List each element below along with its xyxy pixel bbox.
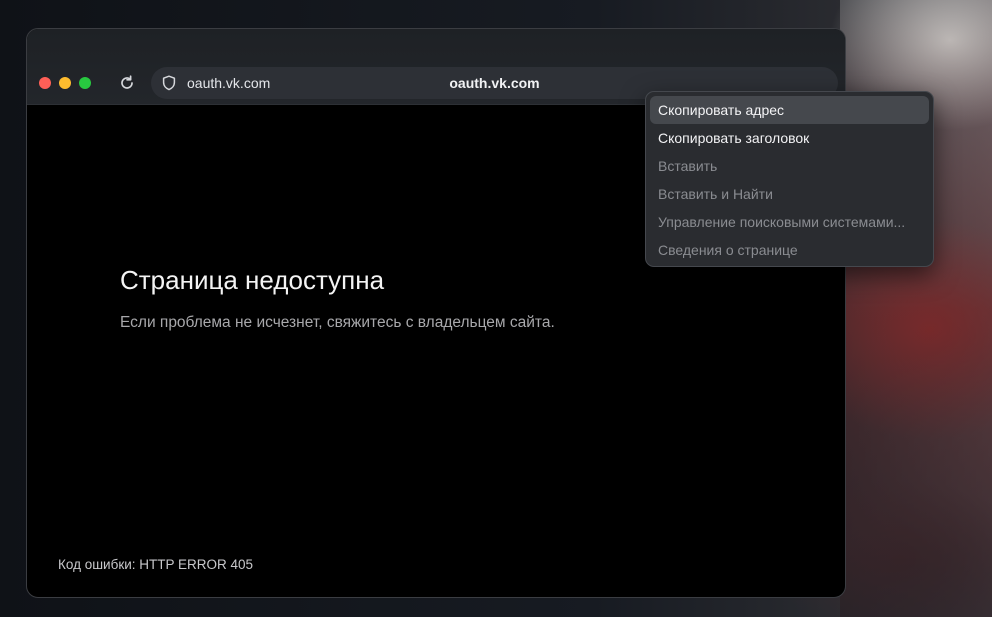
menu-item-paste[interactable]: Вставить	[650, 152, 929, 180]
menu-item-manage-search-engines[interactable]: Управление поисковыми системами...	[650, 208, 929, 236]
minimize-window-button[interactable]	[59, 77, 71, 89]
menu-item-paste-and-search[interactable]: Вставить и Найти	[650, 180, 929, 208]
error-code: Код ошибки: HTTP ERROR 405	[58, 557, 254, 572]
context-menu: Скопировать адрес Скопировать заголовок …	[645, 91, 934, 267]
menu-item-copy-address[interactable]: Скопировать адрес	[650, 96, 929, 124]
page-description: Если проблема не исчезнет, свяжитесь с в…	[120, 314, 555, 331]
menu-item-page-info[interactable]: Сведения о странице	[650, 236, 929, 264]
close-window-button[interactable]	[39, 77, 51, 89]
maximize-window-button[interactable]	[79, 77, 91, 89]
menu-item-copy-title[interactable]: Скопировать заголовок	[650, 124, 929, 152]
reload-icon[interactable]	[115, 71, 139, 95]
page-title: Страница недоступна	[120, 265, 385, 295]
